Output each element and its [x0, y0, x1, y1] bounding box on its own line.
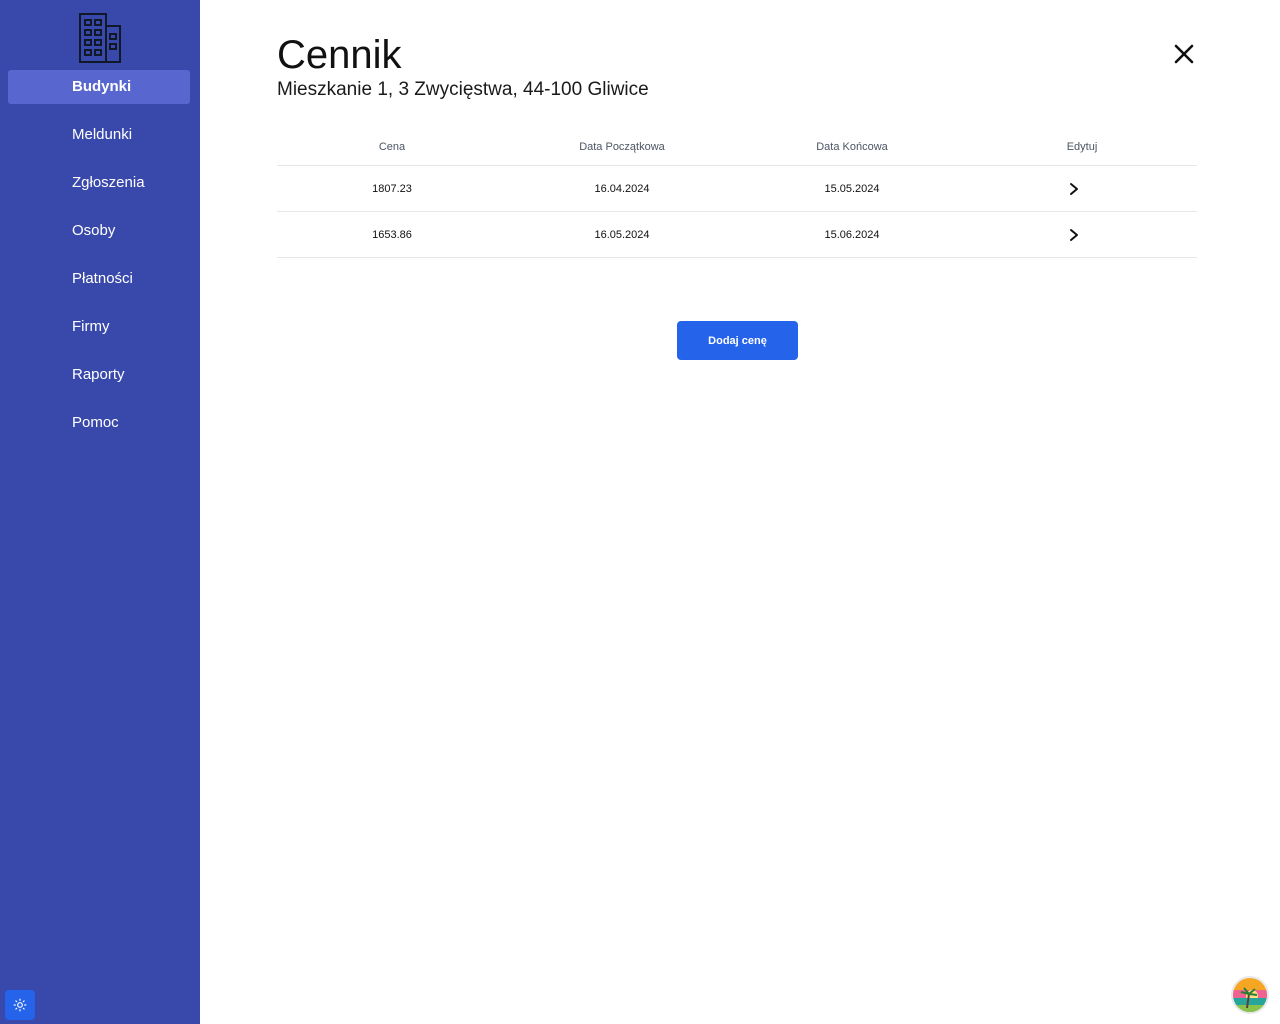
sidebar-item-firmy[interactable]: Firmy — [8, 310, 190, 344]
column-header-price: Cena — [378, 140, 406, 153]
sidebar-item-raporty[interactable]: Raporty — [8, 358, 190, 392]
add-price-button[interactable]: Dodaj cenę — [677, 321, 798, 360]
column-header-start-date: Data Początkowa — [579, 140, 665, 153]
column-header-edit: Edytuj — [1066, 140, 1098, 153]
sidebar: Budynki Meldunki Zgłoszenia Osoby Płatno… — [0, 0, 200, 1024]
chevron-right-icon[interactable] — [1067, 182, 1081, 196]
table-row: 1807.23 16.04.2024 15.05.2024 — [277, 166, 1197, 212]
sun-icon — [13, 998, 27, 1012]
sidebar-item-pomoc[interactable]: Pomoc — [8, 406, 190, 440]
sidebar-nav: Budynki Meldunki Zgłoszenia Osoby Płatno… — [8, 70, 190, 454]
end-date-cell: 15.06.2024 — [824, 228, 880, 241]
sidebar-item-platnosci[interactable]: Płatności — [8, 262, 190, 296]
sidebar-item-zgloszenia[interactable]: Zgłoszenia — [8, 166, 190, 200]
price-cell: 1807.23 — [372, 182, 412, 195]
price-table: Cena Data Początkowa Data Końcowa Edytuj… — [277, 128, 1197, 258]
price-cell: 1653.86 — [372, 228, 412, 241]
sidebar-item-budynki[interactable]: Budynki — [8, 70, 190, 104]
sidebar-item-meldunki[interactable]: Meldunki — [8, 118, 190, 152]
page-title: Cennik — [277, 33, 402, 77]
end-date-cell: 15.05.2024 — [824, 182, 880, 195]
sidebar-item-osoby[interactable]: Osoby — [8, 214, 190, 248]
edit-cell — [967, 228, 1197, 242]
table-header-row: Cena Data Początkowa Data Końcowa Edytuj — [277, 128, 1197, 166]
close-icon[interactable] — [1170, 40, 1198, 68]
building-icon — [79, 13, 121, 63]
theme-toggle-button[interactable] — [5, 990, 35, 1020]
edit-cell — [967, 182, 1197, 196]
beach-avatar-icon — [1233, 978, 1267, 1012]
avatar[interactable] — [1231, 976, 1269, 1014]
chevron-right-icon[interactable] — [1067, 228, 1081, 242]
table-row: 1653.86 16.05.2024 15.06.2024 — [277, 212, 1197, 258]
start-date-cell: 16.04.2024 — [594, 182, 650, 195]
page-subtitle: Mieszkanie 1, 3 Zwycięstwa, 44-100 Gliwi… — [277, 79, 649, 100]
start-date-cell: 16.05.2024 — [594, 228, 650, 241]
column-header-end-date: Data Końcowa — [816, 140, 888, 153]
